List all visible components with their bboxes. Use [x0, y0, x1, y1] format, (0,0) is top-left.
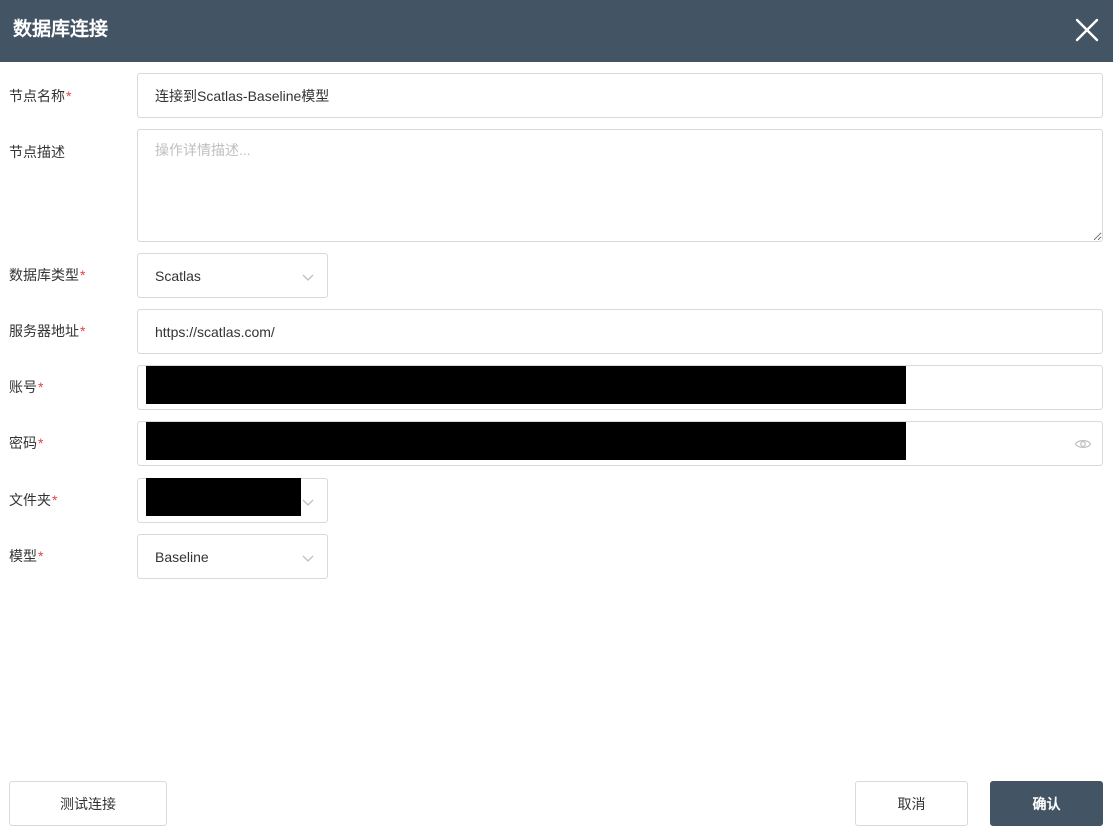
required-mark: * — [80, 323, 86, 339]
server-input[interactable] — [138, 310, 1102, 353]
folder-redaction — [146, 478, 301, 516]
node-name-label: 节点名称* — [9, 88, 72, 104]
password-redaction — [146, 422, 906, 460]
server-label: 服务器地址* — [9, 323, 86, 339]
chevron-down-icon — [301, 495, 315, 509]
required-mark: * — [38, 379, 44, 395]
node-name-field — [137, 73, 1103, 118]
account-label: 账号* — [9, 379, 44, 395]
chevron-down-icon — [301, 270, 315, 284]
account-redaction — [146, 366, 906, 404]
node-desc-textarea[interactable] — [138, 130, 1102, 241]
node-name-input[interactable] — [138, 74, 1102, 117]
dialog-header: 数据库连接 — [0, 0, 1113, 62]
folder-label: 文件夹* — [9, 492, 58, 508]
required-mark: * — [80, 267, 86, 283]
close-button[interactable] — [1072, 15, 1102, 45]
model-select[interactable]: Baseline — [137, 534, 328, 579]
password-label: 密码* — [9, 435, 44, 451]
server-field — [137, 309, 1103, 354]
required-mark: * — [52, 492, 58, 508]
dialog-title: 数据库连接 — [13, 19, 109, 40]
db-type-value: Scatlas — [155, 268, 201, 284]
db-type-label: 数据库类型* — [9, 267, 86, 283]
node-desc-field — [137, 129, 1103, 242]
required-mark: * — [66, 88, 72, 104]
test-connection-button[interactable]: 测试连接 — [9, 781, 167, 826]
node-desc-label: 节点描述 — [9, 144, 65, 160]
required-mark: * — [38, 435, 44, 451]
model-label: 模型* — [9, 548, 44, 564]
chevron-down-icon — [301, 551, 315, 565]
confirm-button[interactable]: 确认 — [990, 781, 1103, 826]
db-type-select[interactable]: Scatlas — [137, 253, 328, 298]
eye-icon[interactable] — [1074, 435, 1092, 453]
required-mark: * — [38, 548, 44, 564]
close-icon — [1075, 18, 1099, 42]
model-value: Baseline — [155, 549, 209, 565]
cancel-button[interactable]: 取消 — [855, 781, 968, 826]
